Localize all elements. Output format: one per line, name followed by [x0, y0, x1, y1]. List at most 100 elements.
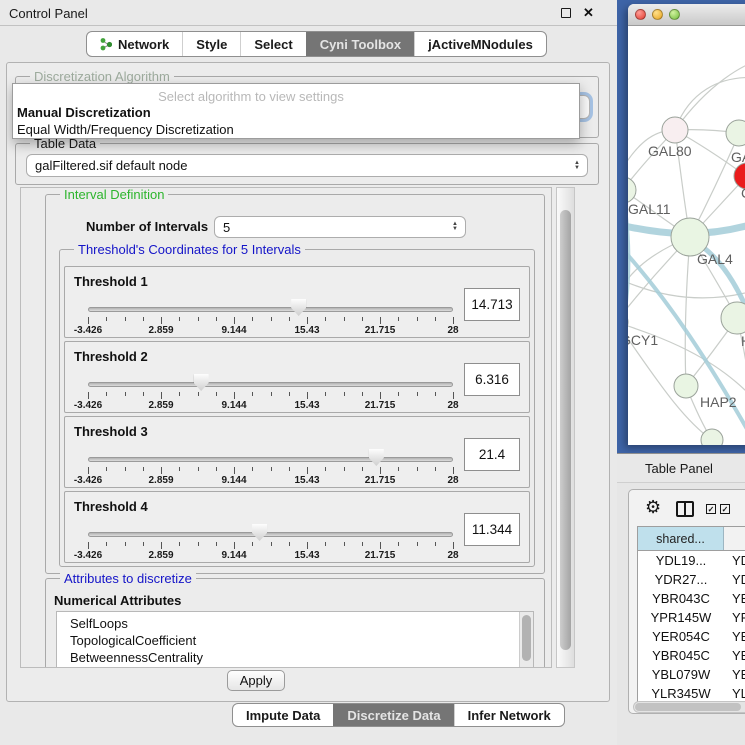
- node-label-ga: GA: [731, 149, 745, 165]
- slider-ticks: [88, 392, 453, 400]
- table-row[interactable]: YBR043CYBR0: [638, 589, 745, 608]
- threshold-4-label: Threshold 4: [74, 499, 148, 514]
- table-data-group: Table Data galFiltered.sif default node …: [15, 143, 599, 185]
- stepper-icon: ▲▼: [574, 161, 580, 171]
- network-view-window: GAL80GACGAL11GAL4GCY1HHAP2: [628, 4, 745, 445]
- attribute-item-selfloops[interactable]: SelfLoops: [57, 615, 533, 632]
- tab-infer-network[interactable]: Infer Network: [454, 704, 564, 726]
- table-row[interactable]: YDR27...YDR2: [638, 570, 745, 589]
- panel-scrollbar[interactable]: [556, 187, 575, 668]
- tab-select[interactable]: Select: [240, 32, 305, 56]
- slider-tick-labels: -3.4262.8599.14415.4321.71528: [88, 400, 453, 411]
- threshold-3-value-field[interactable]: 21.4: [464, 438, 520, 471]
- control-panel-titlebar: Control Panel ✕: [0, 0, 617, 26]
- control-panel-tabs: NetworkStyle Select Cyni Toolbox jActiveMNo…: [86, 31, 547, 57]
- column-header-shared-name[interactable]: shared...: [638, 527, 724, 550]
- table-row[interactable]: YPR145WYPR1: [638, 608, 745, 627]
- node-top-right[interactable]: [726, 120, 745, 146]
- tab-impute-data[interactable]: Impute Data: [233, 704, 333, 726]
- node-label-gal4: GAL4: [697, 251, 733, 267]
- interval-definition-group: Interval Definition Number of Intervals …: [45, 194, 545, 574]
- network-edge: [685, 237, 690, 386]
- node-bottom[interactable]: [701, 429, 723, 445]
- tab-label: Discretize Data: [347, 708, 440, 723]
- threshold-4-value-field[interactable]: 11.344: [464, 513, 520, 546]
- tab-label: jActiveMNodules: [428, 37, 533, 52]
- table-row[interactable]: YBR045CYBR0: [638, 646, 745, 665]
- table-data-value: galFiltered.sif default node: [27, 158, 574, 173]
- attributes-list: SelfLoopsTopologicalCoefficientBetweenne…: [56, 611, 534, 668]
- node-table: shared... na YDL19...YDL1YDR27...YDR2YBR…: [637, 526, 745, 703]
- node-right-mid[interactable]: [721, 302, 745, 334]
- threshold-2-slider[interactable]: [88, 382, 453, 387]
- threshold-1-value-field[interactable]: 14.713: [464, 288, 520, 321]
- threshold-2-box: Threshold 2-3.4262.8599.14415.4321.71528…: [64, 341, 530, 413]
- split-pane-icon[interactable]: [676, 501, 694, 517]
- table-row[interactable]: YDL19...YDL1: [638, 551, 745, 570]
- apply-button[interactable]: Apply: [227, 670, 285, 691]
- cell-shared-name: YER054C: [638, 627, 724, 646]
- cell-name: YDL1: [724, 551, 745, 570]
- algorithm-option-manual[interactable]: Manual Discretization: [13, 104, 579, 121]
- tab-network[interactable]: Network: [87, 32, 182, 56]
- table-panel-title: Table Panel: [645, 461, 713, 476]
- attributes-list-scrollbar[interactable]: [519, 612, 533, 668]
- node-hap2[interactable]: [674, 374, 698, 398]
- algorithm-dropdown: Select algorithm to view settings Manual…: [12, 83, 580, 139]
- cyni-toolbox-panel: Discretization Algorithm Select algorith…: [6, 62, 610, 702]
- cell-shared-name: YBR045C: [638, 646, 724, 665]
- stepper-icon: ▲▼: [452, 222, 458, 232]
- tab-jactivemnodules[interactable]: jActiveMNodules: [414, 32, 546, 56]
- cell-shared-name: YDL19...: [638, 551, 724, 570]
- attribute-item-betweennesscentrality[interactable]: BetweennessCentrality: [57, 649, 533, 666]
- tab-label: Infer Network: [468, 708, 551, 723]
- tab-discretize-data[interactable]: Discretize Data: [333, 704, 453, 726]
- num-intervals-value: 5: [215, 220, 452, 235]
- close-icon[interactable]: ✕: [583, 5, 594, 21]
- panel-scrollbar-thumb[interactable]: [560, 210, 571, 650]
- network-canvas[interactable]: GAL80GACGAL11GAL4GCY1HHAP2: [628, 26, 745, 445]
- num-intervals-select[interactable]: 5 ▲▼: [214, 216, 466, 238]
- cell-shared-name: YBL079W: [638, 665, 724, 684]
- threshold-1-slider-thumb[interactable]: [291, 299, 306, 316]
- node-gal80-neighbor[interactable]: [662, 117, 688, 143]
- threshold-3-slider[interactable]: [88, 457, 453, 462]
- tab-label: Select: [254, 37, 292, 52]
- float-window-icon[interactable]: [561, 8, 571, 18]
- threshold-1-box: Threshold 1-3.4262.8599.14415.4321.71528…: [64, 266, 530, 338]
- table-horizontal-scrollbar[interactable]: [633, 701, 745, 713]
- zoom-traffic-light-icon[interactable]: [669, 9, 680, 20]
- minimize-traffic-light-icon[interactable]: [652, 9, 663, 20]
- attribute-item-topologicalcoefficient[interactable]: TopologicalCoefficient: [57, 632, 533, 649]
- checkbox-icon[interactable]: ✓: [720, 504, 730, 514]
- threshold-3-box: Threshold 3-3.4262.8599.14415.4321.71528…: [64, 416, 530, 488]
- network-icon: [100, 37, 112, 51]
- threshold-2-value-field[interactable]: 6.316: [464, 363, 520, 396]
- threshold-1-slider[interactable]: [88, 307, 453, 312]
- node-gal11[interactable]: [628, 177, 636, 203]
- threshold-4-slider[interactable]: [88, 532, 453, 537]
- checkbox-icon[interactable]: ✓: [706, 504, 716, 514]
- table-data-select[interactable]: galFiltered.sif default node ▲▼: [26, 154, 588, 177]
- right-workspace: GAL80GACGAL11GAL4GCY1HHAP2 Table Panel ⚙…: [617, 0, 745, 745]
- tab-style[interactable]: Style: [182, 32, 240, 56]
- threshold-3-slider-thumb[interactable]: [369, 449, 384, 466]
- table-row[interactable]: YER054CYER0: [638, 627, 745, 646]
- tab-cyni-toolbox[interactable]: Cyni Toolbox: [306, 32, 414, 56]
- column-header-name[interactable]: na: [724, 527, 745, 550]
- slider-tick-labels: -3.4262.8599.14415.4321.71528: [88, 550, 453, 561]
- thresholds-group: Threshold's Coordinates for 5 Intervals …: [59, 249, 535, 567]
- table-panel-body: ⚙ ✓ ✓ shared... na YDL19...YDL1YDR27...YDR…: [628, 489, 745, 714]
- slider-ticks: [88, 467, 453, 475]
- cell-shared-name: YDR27...: [638, 570, 724, 589]
- algorithm-option-equal-width[interactable]: Equal Width/Frequency Discretization: [13, 121, 579, 138]
- cell-name: YBR0: [724, 589, 745, 608]
- table-row[interactable]: YBL079WYBL0: [638, 665, 745, 684]
- threshold-4-slider-thumb[interactable]: [252, 524, 267, 541]
- close-traffic-light-icon[interactable]: [635, 9, 646, 20]
- threshold-2-slider-thumb[interactable]: [194, 374, 209, 391]
- gear-icon[interactable]: ⚙: [645, 498, 661, 516]
- node-label-h: H: [741, 333, 745, 349]
- threshold-1-label: Threshold 1: [74, 274, 148, 289]
- table-scrollbar-thumb[interactable]: [635, 703, 741, 711]
